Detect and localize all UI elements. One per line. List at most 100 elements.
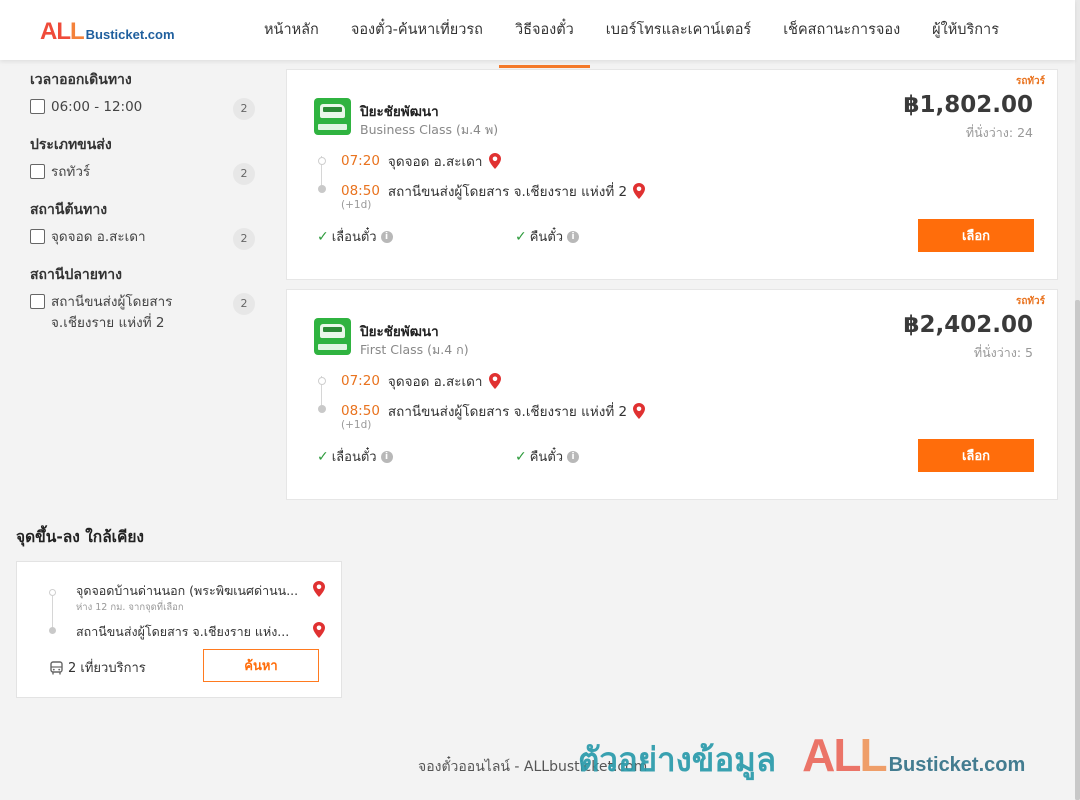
filter-count-badge: 2 <box>233 228 255 250</box>
departure-time: 07:20 <box>341 153 380 169</box>
trip-card: รถทัวร์ ปิยะชัยพัฒนา Business Class (ม.4… <box>286 69 1058 280</box>
filter-checkbox[interactable] <box>30 229 45 244</box>
page-scrollbar[interactable] <box>1075 0 1080 800</box>
day-offset: (+1d) <box>341 199 372 211</box>
arrival-stop-name: สถานีขนส่งผู้โดยสาร จ.เชียงราย แห่งที่ 2 <box>387 184 628 200</box>
watermark-all-part-2: L <box>859 729 887 781</box>
info-icon[interactable]: i <box>567 450 580 463</box>
departure-time: 07:20 <box>341 373 380 389</box>
filter-count-badge: 2 <box>233 98 255 120</box>
select-trip-button[interactable]: เลือก <box>918 219 1034 252</box>
arrival-stop-name: สถานีขนส่งผู้โดยสาร จ.เชียงราย แห่งที่ 2 <box>387 404 628 420</box>
filter-group-transport-type: ประเภทขนส่ง รถทัวร์ 2 <box>30 134 255 185</box>
arrival-time: 08:50 <box>341 183 380 199</box>
check-icon: ✓ <box>317 228 329 245</box>
filter-count-badge: 2 <box>233 163 255 185</box>
feature-change-ticket: ✓ เลื่อนตั๋ว i <box>317 226 393 247</box>
check-icon: ✓ <box>515 448 527 465</box>
timeline-end-dot <box>318 405 326 413</box>
filter-group-departure-time: เวลาออกเดินทาง 06:00 - 12:00 2 <box>30 69 255 120</box>
logo-all: ALL <box>40 18 85 46</box>
info-icon[interactable]: i <box>380 230 393 243</box>
watermark-text: ตัวอย่างข้อมูล <box>578 740 777 779</box>
check-icon: ✓ <box>515 228 527 245</box>
watermark-all-part-1: AL <box>802 729 861 781</box>
nearby-distance: ห่าง 12 กม. จากจุดที่เลือก <box>76 602 184 613</box>
bus-class: Business Class (ม.4 พ) <box>360 122 499 137</box>
operator-logo <box>314 318 351 355</box>
nearby-destination-stop: สถานีขนส่งผู้โดยสาร จ.เชียงราย แห่ง... <box>76 624 290 639</box>
filter-group-destination-station: สถานีปลายทาง สถานีขนส่งผู้โดยสาร จ.เชียง… <box>30 264 255 334</box>
feature-refund-ticket: ✓ คืนตั๋ว i <box>515 226 580 247</box>
operator-logo <box>314 98 351 135</box>
map-pin-icon[interactable] <box>633 403 646 419</box>
filter-option[interactable]: สถานีขนส่งผู้โดยสาร จ.เชียงราย แห่งที่ 2… <box>30 292 255 334</box>
trip-price: ฿2,402.00 <box>903 312 1034 338</box>
watermark-logo-all: ALL <box>802 728 887 782</box>
bus-icon <box>50 660 63 674</box>
arrival-stop: 08:50 สถานีขนส่งผู้โดยสาร จ.เชียงราย แห่… <box>341 180 646 202</box>
filter-option[interactable]: 06:00 - 12:00 2 <box>30 97 255 120</box>
nearby-trip-count: 2 เที่ยวบริการ <box>50 657 146 678</box>
map-pin-icon[interactable] <box>633 183 646 199</box>
select-trip-button[interactable]: เลือก <box>918 439 1034 472</box>
nearby-stops-title: จุดขึ้น-ลง ใกล้เคียง <box>16 528 145 546</box>
filter-title: สถานีต้นทาง <box>30 202 108 218</box>
feature-label: คืนตั๋ว <box>529 450 564 465</box>
filter-count-badge: 2 <box>233 293 255 315</box>
site-logo[interactable]: ALL Busticket.com <box>40 18 175 46</box>
feature-label: เลื่อนตั๋ว <box>331 230 377 245</box>
filter-checkbox[interactable] <box>30 294 45 309</box>
nav-contact-counters[interactable]: เบอร์โทรและเคาน์เตอร์ <box>590 0 767 60</box>
feature-label: คืนตั๋ว <box>529 230 564 245</box>
nav-home[interactable]: หน้าหลัก <box>248 0 335 60</box>
departure-stop-name: จุดจอด อ.สะเดา <box>387 154 483 170</box>
operator-name: ปิยะชัยพัฒนา <box>360 104 439 120</box>
filter-title: เวลาออกเดินทาง <box>30 72 132 88</box>
watermark-logo-site: Busticket.com <box>888 754 1026 776</box>
scrollbar-thumb[interactable] <box>1075 300 1080 800</box>
feature-change-ticket: ✓ เลื่อนตั๋ว i <box>317 446 393 467</box>
nav-book-search[interactable]: จองตั๋ว-ค้นหาเที่ยวรถ <box>335 0 499 60</box>
logo-all-part-2: L <box>70 18 85 45</box>
seats-available: ที่นั่งว่าง: 24 <box>965 125 1033 140</box>
nav-how-to-book[interactable]: วิธีจองตั๋ว <box>498 0 590 68</box>
sample-data-watermark: ตัวอย่างข้อมูล ALL Busticket.com <box>578 728 1025 786</box>
timeline-start-dot <box>318 157 326 165</box>
filter-option-label: สถานีขนส่งผู้โดยสาร จ.เชียงราย แห่งที่ 2 <box>51 294 173 331</box>
feature-label: เลื่อนตั๋ว <box>331 450 377 465</box>
map-pin-icon[interactable] <box>313 622 325 638</box>
logo-site: Busticket.com <box>85 27 175 42</box>
nav-operators[interactable]: ผู้ให้บริการ <box>916 0 1015 60</box>
filter-option-label: จุดจอด อ.สะเดา <box>51 229 146 245</box>
feature-refund-ticket: ✓ คืนตั๋ว i <box>515 446 580 467</box>
filter-checkbox[interactable] <box>30 164 45 179</box>
operator-name: ปิยะชัยพัฒนา <box>360 324 439 340</box>
nearby-stops-card: จุดจอดบ้านด่านนอก (พระพิฆเนศด่านน... ห่า… <box>16 561 342 698</box>
timeline-end-dot <box>49 627 56 634</box>
timeline-start-dot <box>318 377 326 385</box>
filter-group-origin-station: สถานีต้นทาง จุดจอด อ.สะเดา 2 <box>30 199 255 250</box>
info-icon[interactable]: i <box>380 450 393 463</box>
filter-option[interactable]: รถทัวร์ 2 <box>30 162 255 185</box>
filter-sidebar: เวลาออกเดินทาง 06:00 - 12:00 2 ประเภทขนส… <box>30 60 255 348</box>
trip-price: ฿1,802.00 <box>903 92 1034 118</box>
transport-type-tag: รถทัวร์ <box>1015 296 1045 307</box>
top-header: ALL Busticket.com หน้าหลัก จองตั๋ว-ค้นหา… <box>0 0 1075 68</box>
nearby-search-button[interactable]: ค้นหา <box>203 649 319 682</box>
nav-check-booking[interactable]: เช็คสถานะการจอง <box>767 0 916 60</box>
nearby-origin-stop: จุดจอดบ้านด่านนอก (พระพิฆเนศด่านน... <box>76 583 299 598</box>
departure-stop: 07:20 จุดจอด อ.สะเดา <box>341 150 501 172</box>
map-pin-icon[interactable] <box>313 581 325 597</box>
departure-stop-name: จุดจอด อ.สะเดา <box>387 374 483 390</box>
filter-option[interactable]: จุดจอด อ.สะเดา 2 <box>30 227 255 250</box>
logo-all-part-1: AL <box>40 18 71 45</box>
info-icon[interactable]: i <box>567 230 580 243</box>
filter-checkbox[interactable] <box>30 99 45 114</box>
map-pin-icon[interactable] <box>488 153 501 169</box>
filter-option-label: รถทัวร์ <box>51 164 91 180</box>
check-icon: ✓ <box>317 448 329 465</box>
map-pin-icon[interactable] <box>488 373 501 389</box>
main-nav: หน้าหลัก จองตั๋ว-ค้นหาเที่ยวรถ วิธีจองตั… <box>248 0 1015 68</box>
transport-type-tag: รถทัวร์ <box>1015 76 1045 87</box>
